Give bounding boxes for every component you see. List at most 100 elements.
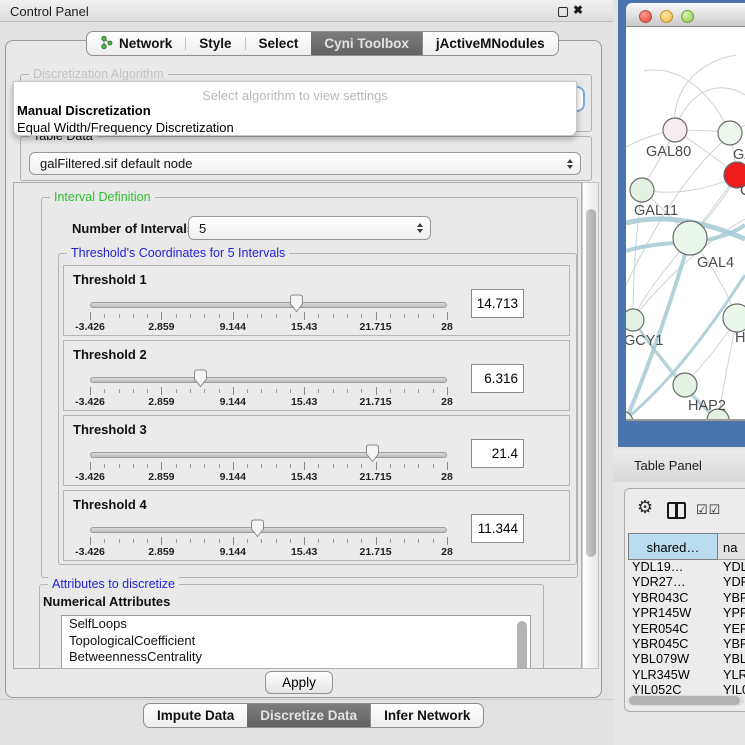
network-node-label: GAL80 (646, 144, 691, 160)
numerical-attributes-list[interactable]: SelfLoopsTopologicalCoefficientBetweenne… (61, 615, 531, 669)
number-of-intervals-combobox[interactable]: 5 (188, 216, 431, 240)
dropdown-item-equal-width[interactable]: Equal Width/Frequency Discretization (17, 120, 234, 135)
attribute-list-item[interactable]: BetweennessCentrality (62, 649, 530, 666)
float-window-icon[interactable] (558, 7, 568, 17)
network-node[interactable] (663, 118, 687, 142)
cell-shared-name[interactable]: YER054C (632, 622, 688, 636)
tick-label: 2.859 (148, 321, 174, 333)
close-icon[interactable]: ✖ (573, 3, 583, 17)
threshold-4-slider-thumb[interactable] (250, 519, 265, 538)
network-edge[interactable] (644, 70, 730, 133)
table-row[interactable]: YDR27… YDR2 (628, 575, 745, 590)
zoom-traffic-light-icon[interactable] (681, 10, 694, 23)
cell-name[interactable]: YDL1 (723, 560, 745, 574)
cell-name[interactable]: YBR0 (723, 591, 745, 605)
threshold-3-slider-track[interactable] (90, 452, 447, 458)
cell-name[interactable]: YBR0 (723, 637, 745, 651)
cell-shared-name[interactable]: YPR145W (632, 606, 691, 620)
close-traffic-light-icon[interactable] (639, 10, 652, 23)
network-view-canvas[interactable]: GAL80GACGAL11GAL4GCY1HHAP2 (626, 27, 745, 421)
network-node[interactable] (630, 178, 654, 202)
network-node[interactable] (673, 373, 697, 397)
list-scrollbar-thumb[interactable] (517, 621, 527, 669)
attribute-list-item[interactable]: TopologicalCoefficient (62, 633, 530, 650)
thresholds-group-label: Threshold's Coordinates for 5 Intervals (67, 246, 289, 260)
attribute-list-item[interactable]: SelfLoops (62, 616, 530, 633)
slider-tick-labels: -3.4262.8599.14415.4321.71528 (90, 396, 447, 408)
column-header-shared-name[interactable]: shared… (628, 533, 718, 560)
tick-label: 28 (441, 471, 453, 483)
tick-label: 9.144 (220, 471, 246, 483)
table-hscrollbar-thumb[interactable] (629, 696, 740, 705)
threshold-3-slider-thumb[interactable] (365, 444, 380, 463)
table-hscrollbar[interactable] (627, 695, 744, 706)
tab-discretize-data[interactable]: Discretize Data (247, 704, 370, 727)
network-window-titlebar (626, 3, 745, 27)
threshold-1-slider-track[interactable] (90, 302, 447, 308)
cell-shared-name[interactable]: YLR345W (632, 668, 690, 682)
cell-name[interactable]: YER0 (723, 622, 745, 636)
table-row[interactable]: YPR145W YPR1 (628, 606, 745, 621)
tick-label: -3.426 (75, 321, 105, 333)
slider-ticks (90, 312, 447, 321)
threshold-4-slider-track[interactable] (90, 527, 447, 533)
tick-label: -3.426 (75, 471, 105, 483)
panel-scrollbar[interactable] (582, 182, 599, 669)
minimize-traffic-light-icon[interactable] (660, 10, 673, 23)
columns-icon[interactable] (667, 502, 686, 519)
table-row[interactable]: YER054C YER0 (628, 622, 745, 637)
table-row[interactable]: YBR043C YBR0 (628, 591, 745, 606)
network-edge[interactable] (674, 55, 736, 130)
network-node[interactable] (673, 221, 707, 255)
threshold-2-value-field[interactable]: 6.316 (471, 364, 524, 393)
tick-label: 21.715 (360, 396, 392, 408)
threshold-3-value-field[interactable]: 21.4 (471, 439, 524, 468)
network-icon (100, 35, 113, 53)
top-tab-bar: Network Style Select Cyni Toolbox jActiv… (86, 31, 559, 56)
threshold-2-row: Threshold 2 -3.4262.8599.14415.4321.7152… (63, 340, 570, 411)
gear-icon[interactable]: ⚙ (637, 497, 653, 518)
slider-tick-labels: -3.4262.8599.14415.4321.71528 (90, 471, 447, 483)
table-row[interactable]: YLR345W YLR3 (628, 668, 745, 683)
table-row[interactable]: YBL079W YBL0 (628, 652, 745, 667)
cell-shared-name[interactable]: YDR27… (632, 575, 686, 589)
cell-name[interactable]: YLR3 (723, 668, 745, 682)
cell-name[interactable]: YBL0 (723, 652, 745, 666)
table-row[interactable]: YDL19… YDL1 (628, 560, 745, 575)
tab-style[interactable]: Style (186, 32, 244, 55)
apply-button[interactable]: Apply (265, 671, 333, 694)
threshold-4-value-field[interactable]: 11.344 (471, 514, 524, 543)
network-node[interactable] (626, 309, 644, 331)
discretization-algorithm-group-label: Discretization Algorithm (29, 67, 168, 81)
cell-shared-name[interactable]: YBR045C (632, 637, 688, 651)
tab-select[interactable]: Select (246, 32, 312, 55)
threshold-1-slider-thumb[interactable] (289, 294, 304, 313)
tab-jactivemnodules[interactable]: jActiveMNodules (422, 32, 558, 55)
tab-infer-network[interactable]: Infer Network (370, 704, 483, 727)
threshold-1-value-field[interactable]: 14.713 (471, 289, 524, 318)
network-node[interactable] (718, 121, 742, 145)
tick-label: 9.144 (220, 396, 246, 408)
threshold-2-slider-track[interactable] (90, 377, 447, 383)
cell-shared-name[interactable]: YBL079W (632, 652, 689, 666)
network-node[interactable] (723, 304, 745, 332)
tick-label: -3.426 (75, 546, 105, 558)
tab-cyni-toolbox[interactable]: Cyni Toolbox (311, 32, 422, 55)
table-row[interactable]: YBR045C YBR0 (628, 637, 745, 652)
tab-network[interactable]: Network (87, 32, 185, 55)
table-data-combobox[interactable]: galFiltered.sif default node (29, 152, 581, 175)
dropdown-item-manual-discretization[interactable]: Manual Discretization (17, 103, 151, 118)
cell-name[interactable]: YPR1 (723, 606, 745, 620)
threshold-1-label: Threshold 1 (73, 272, 147, 287)
tick-label: 15.43 (291, 396, 317, 408)
slider-tick-labels: -3.4262.8599.14415.4321.71528 (90, 546, 447, 558)
checkboxes-icon[interactable]: ☑☑ (696, 502, 721, 518)
panel-scrollbar-thumb[interactable] (586, 209, 596, 557)
column-header-name[interactable]: na (718, 533, 745, 560)
cell-shared-name[interactable]: YBR043C (632, 591, 688, 605)
cell-name[interactable]: YDR2 (723, 575, 745, 589)
threshold-2-slider-thumb[interactable] (193, 369, 208, 388)
cell-shared-name[interactable]: YDL19… (632, 560, 683, 574)
tick-label: 9.144 (220, 321, 246, 333)
tab-impute-data[interactable]: Impute Data (144, 704, 247, 727)
